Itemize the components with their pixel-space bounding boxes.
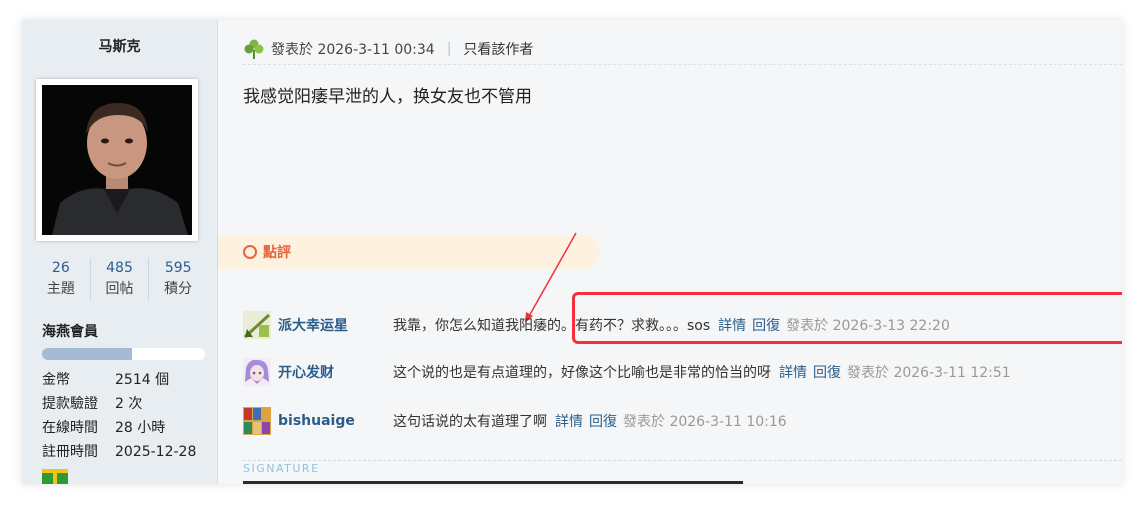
comment-reply-link[interactable]: 回復 bbox=[752, 315, 780, 335]
info-label: 在線時間 bbox=[42, 420, 98, 436]
info-value: 2514 個 bbox=[115, 372, 170, 388]
info-row-online: 在線時間 28 小時 bbox=[42, 416, 196, 440]
signature-label: SIGNATURE bbox=[243, 462, 320, 475]
user-group[interactable]: 海燕會員 bbox=[42, 321, 98, 341]
comment-detail-link[interactable]: 詳情 bbox=[555, 411, 583, 431]
stat-replies[interactable]: 485 回帖 bbox=[91, 258, 150, 300]
only-author-link[interactable]: 只看該作者 bbox=[463, 39, 533, 59]
stat-points[interactable]: 595 積分 bbox=[149, 258, 207, 300]
info-value: 2025-12-28 bbox=[115, 444, 197, 460]
comment-reply-link[interactable]: 回復 bbox=[589, 411, 617, 431]
info-row-registered: 註冊時間 2025-12-28 bbox=[42, 440, 196, 464]
stat-points-label: 積分 bbox=[164, 281, 193, 297]
stat-replies-label: 回帖 bbox=[105, 281, 134, 297]
level-progress-fill bbox=[42, 348, 132, 360]
rating-circle-icon bbox=[243, 245, 257, 259]
comment-item: 派大幸运星 我靠，你怎么知道我阳痿的。有药不？求救。。。sos 詳情 回復 發表… bbox=[243, 310, 1103, 340]
commenter-name[interactable]: 派大幸运星 bbox=[278, 315, 393, 335]
stat-replies-value[interactable]: 485 bbox=[91, 258, 149, 278]
level-progress-bar bbox=[42, 348, 205, 360]
comment-time: 發表於 2026-3-13 22:20 bbox=[786, 318, 950, 334]
post-content: 我感觉阳痿早泄的人，换女友也不管用 bbox=[243, 87, 532, 107]
stat-threads-value[interactable]: 26 bbox=[32, 258, 90, 278]
commenter-name[interactable]: bishuaige bbox=[278, 413, 393, 429]
info-label: 註冊時間 bbox=[42, 444, 98, 460]
info-label: 提款驗證 bbox=[42, 396, 98, 412]
author-info: 金幣 2514 個 提款驗證 2 次 在線時間 28 小時 註冊時間 2025-12-2… bbox=[42, 368, 196, 464]
header-separator: | bbox=[446, 41, 452, 57]
avatar[interactable] bbox=[42, 85, 192, 235]
clover-icon bbox=[244, 39, 264, 59]
commenter-avatar[interactable] bbox=[243, 358, 271, 386]
author-sidebar: 马斯克 26 主題 485 回帖 595 積分 海燕會員 金幣 2514 個 提… bbox=[22, 20, 218, 484]
comment-detail-link[interactable]: 詳情 bbox=[779, 362, 807, 382]
stat-points-value[interactable]: 595 bbox=[149, 258, 207, 278]
comment-text: 我靠，你怎么知道我阳痿的。有药不？求救。。。sos bbox=[393, 318, 711, 334]
author-username[interactable]: 马斯克 bbox=[22, 36, 217, 56]
rating-label: 點評 bbox=[263, 245, 291, 261]
comment-time: 發表於 2026-3-11 10:16 bbox=[623, 414, 787, 430]
info-label: 金幣 bbox=[42, 372, 70, 388]
comment-time: 發表於 2026-3-11 12:51 bbox=[847, 365, 1011, 381]
signature-image bbox=[243, 481, 743, 484]
stat-threads[interactable]: 26 主題 bbox=[32, 258, 91, 300]
comment-item: 开心发财 这个说的也是有点道理的，好像这个比喻也是非常的恰当的呀 詳情 回復 發… bbox=[243, 357, 1103, 387]
info-value: 28 小時 bbox=[115, 420, 166, 436]
comment-item: bishuaige 这句话说的太有道理了啊 詳情 回復 發表於 2026-3-1… bbox=[243, 406, 1103, 436]
info-value: 2 次 bbox=[115, 396, 143, 412]
info-row-withdraw: 提款驗證 2 次 bbox=[42, 392, 196, 416]
info-row-coins: 金幣 2514 個 bbox=[42, 368, 196, 392]
signature-divider bbox=[243, 460, 1122, 461]
author-avatar-frame[interactable] bbox=[36, 79, 198, 241]
post-card: 马斯克 26 主題 485 回帖 595 積分 海燕會員 金幣 2514 個 提… bbox=[22, 20, 1122, 484]
medal-icon[interactable] bbox=[42, 469, 68, 484]
avatar-photo bbox=[42, 85, 192, 235]
comment-detail-link[interactable]: 詳情 bbox=[718, 315, 746, 335]
post-main: 發表於 2026-3-11 00:34 | 只看該作者 我感觉阳痿早泄的人，换女… bbox=[218, 20, 1122, 484]
commenter-avatar[interactable] bbox=[243, 311, 271, 339]
author-stats: 26 主題 485 回帖 595 積分 bbox=[32, 258, 207, 300]
commenter-avatar[interactable] bbox=[243, 407, 271, 435]
comment-reply-link[interactable]: 回復 bbox=[813, 362, 841, 382]
stat-threads-label: 主題 bbox=[46, 281, 75, 297]
commenter-name[interactable]: 开心发财 bbox=[278, 362, 393, 382]
comment-text: 这个说的也是有点道理的，好像这个比喻也是非常的恰当的呀 bbox=[393, 365, 771, 381]
post-time: 發表於 2026-3-11 00:34 bbox=[271, 42, 435, 58]
comment-text: 这句话说的太有道理了啊 bbox=[393, 414, 547, 430]
post-header: 發表於 2026-3-11 00:34 | 只看該作者 bbox=[243, 34, 1122, 65]
